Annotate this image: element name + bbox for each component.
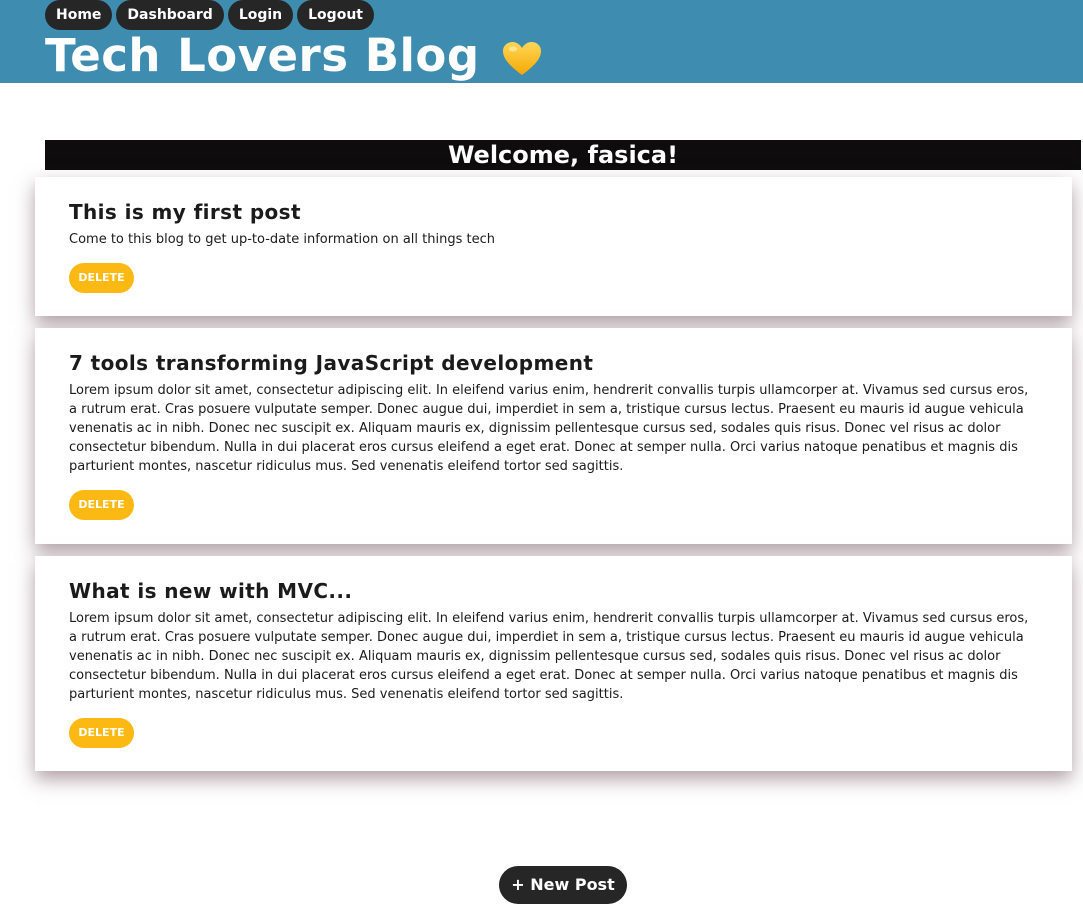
post-title: What is new with MVC...	[69, 579, 353, 603]
post-card: 7 tools transforming JavaScript developm…	[35, 328, 1072, 544]
post-body: Lorem ipsum dolor sit amet, consectetur …	[69, 383, 1029, 474]
post-body: Come to this blog to get up-to-date info…	[69, 232, 495, 247]
site-title: Tech Lovers Blog	[45, 29, 480, 82]
post-card: This is my first post Come to this blog …	[35, 177, 1072, 316]
delete-post-button[interactable]: DELETE	[69, 490, 134, 520]
post-title: This is my first post	[69, 200, 301, 224]
welcome-banner: Welcome, fasica!	[45, 140, 1081, 170]
new-post-button[interactable]: + New Post	[499, 866, 627, 904]
post-body: Lorem ipsum dolor sit amet, consectetur …	[69, 611, 1029, 702]
delete-post-button[interactable]: DELETE	[69, 263, 134, 293]
yellow-heart-icon	[502, 42, 541, 75]
post-title: 7 tools transforming JavaScript developm…	[69, 351, 594, 375]
nav-login-button[interactable]: Login	[227, 0, 294, 30]
site-title-wrap: Tech Lovers Blog	[45, 28, 542, 84]
delete-post-button[interactable]: DELETE	[69, 718, 134, 748]
post-card: What is new with MVC... Lorem ipsum dolo…	[35, 556, 1072, 771]
nav-home-button[interactable]: Home	[45, 0, 113, 30]
nav-logout-button[interactable]: Logout	[297, 0, 374, 30]
site-header: Home Dashboard Login Logout Tech Lovers …	[0, 0, 1083, 83]
nav-dashboard-button[interactable]: Dashboard	[116, 0, 224, 30]
main-nav: Home Dashboard Login Logout	[45, 0, 374, 30]
